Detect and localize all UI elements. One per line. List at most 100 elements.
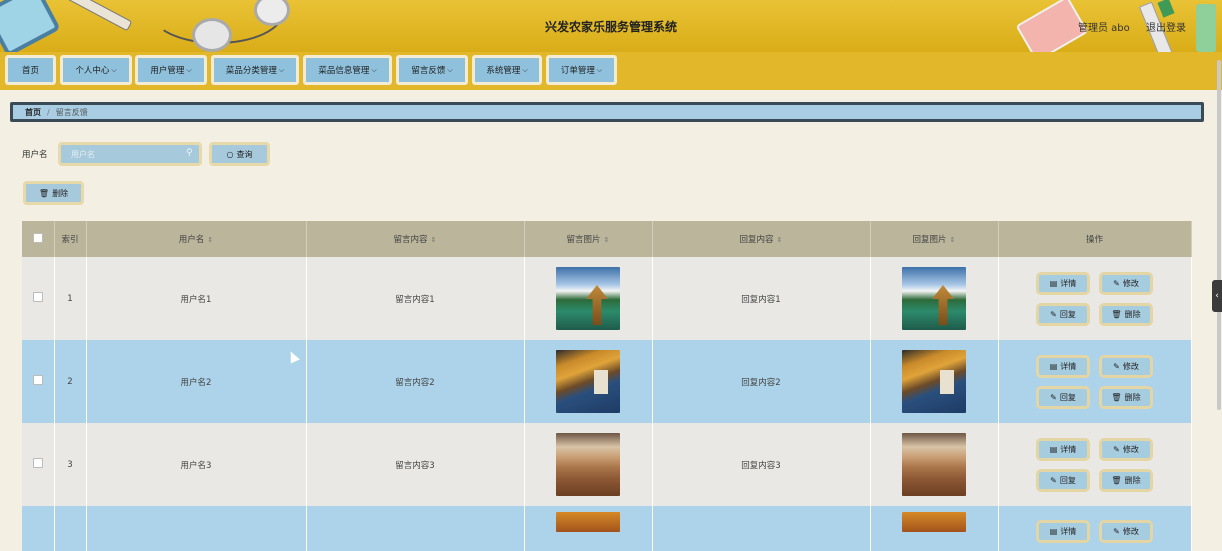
row-checkbox[interactable] xyxy=(32,375,43,385)
sort-icon[interactable]: ⇕ xyxy=(604,236,610,244)
side-panel-toggle[interactable]: ‹ xyxy=(1212,280,1222,312)
select-all-checkbox[interactable] xyxy=(32,232,43,243)
delete-label: 删除 xyxy=(52,188,69,198)
column-header-label: 留言内容 xyxy=(393,235,428,245)
delete-label: 删除 xyxy=(1124,392,1141,402)
column-header-label: 回复图片 xyxy=(912,235,947,245)
index-cell xyxy=(54,506,87,551)
nav-label: 留言反馈 xyxy=(411,66,446,76)
sort-icon[interactable]: ⇕ xyxy=(950,236,956,244)
nav-item-system[interactable]: 系统管理 ⌵ xyxy=(472,55,542,85)
detail-button[interactable]: ▤ 详情 xyxy=(1036,437,1090,461)
logout-link[interactable]: 退出登录 xyxy=(1146,19,1186,34)
document-icon: ▤ xyxy=(1049,361,1058,371)
chevron-left-icon: ‹ xyxy=(1215,291,1219,301)
nav-item-dish-info[interactable]: 菜品信息管理 ⌵ xyxy=(303,55,392,85)
nav-item-orders[interactable]: 订单管理 ⌵ xyxy=(546,55,617,85)
reply-image-thumbnail[interactable] xyxy=(902,433,966,496)
edit-label: 修改 xyxy=(1122,527,1139,536)
search-input[interactable] xyxy=(58,142,202,166)
nav-item-user-management[interactable]: 用户管理 ⌵ xyxy=(135,55,207,85)
nav-label: 菜品分类管理 xyxy=(225,66,277,76)
column-header[interactable]: 留言图片 ⇕ xyxy=(524,221,653,257)
delete-label: 删除 xyxy=(1124,475,1141,485)
chevron-down-icon: ⌵ xyxy=(522,65,528,74)
detail-label: 详情 xyxy=(1060,278,1077,288)
delete-button[interactable]: 🗑 删除 xyxy=(1099,468,1153,492)
edit-button[interactable]: ✎ 修改 xyxy=(1099,354,1153,378)
document-icon: ▤ xyxy=(1049,444,1058,454)
column-header[interactable]: 回复内容 ⇕ xyxy=(652,221,871,257)
nav-item-feedback[interactable]: 留言反馈 ⌵ xyxy=(396,55,468,85)
reply-cell: 回复内容2 xyxy=(652,340,871,423)
column-header[interactable]: 回复图片 ⇕ xyxy=(870,221,999,257)
trash-icon: 🗑 xyxy=(38,188,50,198)
table-row: ▤ 详情 ✎ 修改 xyxy=(22,506,1192,551)
sort-icon[interactable]: ⇕ xyxy=(777,236,783,244)
column-header: 操作 xyxy=(998,221,1192,257)
row-checkbox[interactable] xyxy=(32,458,43,468)
sort-icon[interactable]: ⇕ xyxy=(431,236,437,244)
pencil-icon: ✎ xyxy=(1050,309,1057,319)
detail-button[interactable]: ▤ 详情 xyxy=(1036,271,1090,295)
reply-button[interactable]: ✎ 回复 xyxy=(1036,385,1090,409)
reply-button[interactable]: ✎ 回复 xyxy=(1036,302,1090,326)
column-header[interactable]: 用户名 ⇕ xyxy=(86,221,307,257)
breadcrumb-home[interactable]: 首页 xyxy=(25,107,41,118)
sort-icon[interactable]: ⇕ xyxy=(207,236,213,244)
message-image-cell xyxy=(524,423,653,506)
detail-button[interactable]: ▤ 详情 xyxy=(1036,520,1090,543)
search-button[interactable]: ○ 查询 xyxy=(209,142,270,166)
actions-cell: ▤ 详情 ✎ 修改 xyxy=(998,506,1192,551)
table-row: 1 用户名1 留言内容1 回复内容1 ▤ 详情 ✎ 修改 ✎ 回复 🗑 删除 xyxy=(22,257,1192,340)
search-button-label: 查询 xyxy=(236,149,253,159)
edit-button[interactable]: ✎ 修改 xyxy=(1099,271,1153,295)
chevron-down-icon: ⌵ xyxy=(596,65,603,74)
nav-label: 首页 xyxy=(21,66,39,76)
index-cell: 2 xyxy=(54,340,87,423)
nav-label: 个人中心 xyxy=(75,66,110,76)
edit-button[interactable]: ✎ 修改 xyxy=(1099,520,1153,543)
message-image-thumbnail[interactable] xyxy=(556,433,620,496)
page-scrollbar[interactable] xyxy=(1217,60,1221,410)
row-select-cell xyxy=(22,423,55,506)
detail-label: 详情 xyxy=(1060,361,1077,371)
nav-item-home[interactable]: 首页 xyxy=(5,55,56,85)
message-image-thumbnail[interactable] xyxy=(556,512,620,532)
pencil-icon: ✎ xyxy=(1113,361,1120,371)
row-checkbox[interactable] xyxy=(32,292,43,302)
column-header-label: 用户名 xyxy=(178,235,205,245)
reply-button[interactable]: ✎ 回复 xyxy=(1036,468,1090,492)
nav-item-personal-center[interactable]: 个人中心 ⌵ xyxy=(60,55,132,85)
main-nav: 首页 个人中心 ⌵ 用户管理 ⌵ 菜品分类管理 ⌵ 菜品信息管理 ⌵ 留言反馈 ⌵ 系统管… xyxy=(0,52,1222,90)
reply-image-cell xyxy=(870,257,999,340)
edit-label: 修改 xyxy=(1122,444,1139,454)
edit-label: 修改 xyxy=(1122,278,1139,288)
message-cell: 留言内容3 xyxy=(306,423,525,506)
feedback-table: 索引 用户名 ⇕ 留言内容 ⇕ 留言图片 ⇕ 回复内容 ⇕ 回复图片 ⇕ 操作 1 用户名… xyxy=(22,221,1192,551)
nav-label: 菜品信息管理 xyxy=(318,66,370,76)
chevron-down-icon: ⌵ xyxy=(278,65,285,74)
nav-item-dish-category[interactable]: 菜品分类管理 ⌵ xyxy=(211,55,299,85)
reply-image-thumbnail[interactable] xyxy=(902,512,966,532)
message-image-cell xyxy=(524,257,653,340)
message-image-thumbnail[interactable] xyxy=(556,350,620,413)
reply-image-thumbnail[interactable] xyxy=(902,267,966,330)
reply-image-thumbnail[interactable] xyxy=(902,350,966,413)
app-header: 兴发农家乐服务管理系统 管理员 abo 退出登录 xyxy=(0,0,1222,52)
chevron-down-icon: ⌵ xyxy=(447,65,453,74)
column-header[interactable]: 留言内容 ⇕ xyxy=(306,221,525,257)
username-cell xyxy=(86,506,307,551)
index-cell: 1 xyxy=(54,257,87,340)
delete-button[interactable]: 🗑 删除 xyxy=(1099,302,1153,326)
trash-icon: 🗑 xyxy=(1111,392,1122,402)
message-image-thumbnail[interactable] xyxy=(556,267,620,330)
delete-button[interactable]: 🗑 删除 xyxy=(1099,385,1153,409)
bulk-delete-button[interactable]: 🗑 删除 xyxy=(23,181,84,205)
breadcrumb-current: 留言反馈 xyxy=(55,107,88,117)
username-cell: 用户名3 xyxy=(86,423,307,506)
edit-button[interactable]: ✎ 修改 xyxy=(1099,437,1153,461)
message-image-cell xyxy=(524,340,653,423)
reply-cell: 回复内容3 xyxy=(652,423,871,506)
detail-button[interactable]: ▤ 详情 xyxy=(1036,354,1090,378)
